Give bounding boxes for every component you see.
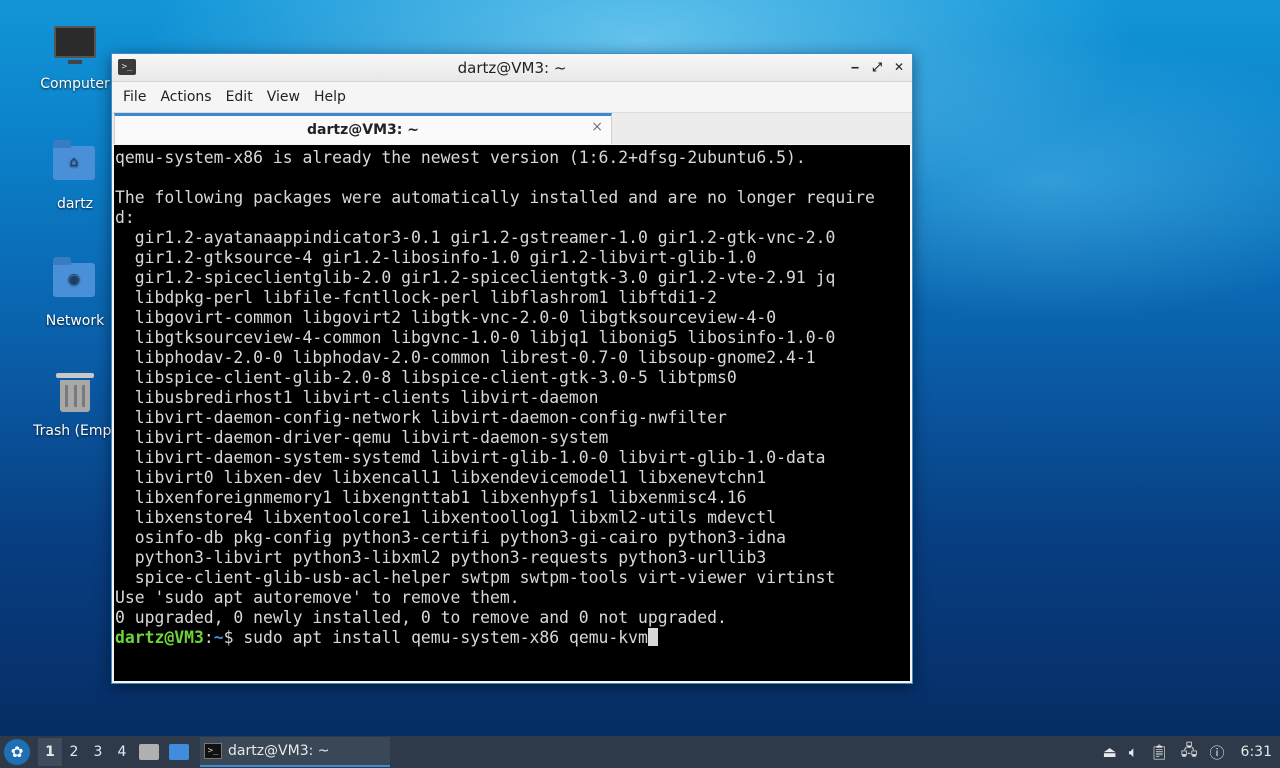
terminal-line: qemu-system-x86 is already the newest ve… — [115, 148, 806, 167]
text-cursor — [647, 628, 658, 646]
workspace-1[interactable]: 1 — [38, 738, 62, 766]
terminal-line: libusbredirhost1 libvirt-clients libvirt… — [115, 388, 599, 407]
taskbar-item-terminal[interactable]: >_ dartz@VM3: ~ — [200, 737, 390, 767]
network-folder-icon: ◉ — [53, 257, 97, 307]
desktop-icon-label: Network — [45, 313, 105, 329]
tab-close-icon[interactable]: × — [591, 119, 603, 135]
prompt-colon: : — [203, 628, 214, 647]
window-titlebar[interactable]: >_ dartz@VM3: ~ ‒ ⤢ ✕ — [112, 54, 912, 82]
tab-terminal[interactable]: dartz@VM3: ~ × — [114, 113, 612, 144]
terminal-line: libvirt-daemon-driver-qemu libvirt-daemo… — [115, 428, 609, 447]
desktop-icon-label: dartz — [56, 196, 94, 212]
terminal-line: spice-client-glib-usb-acl-helper swtpm s… — [115, 568, 836, 587]
desktop-icon-label: Trash (Empt — [33, 423, 117, 439]
eject-icon[interactable]: ⏏ — [1103, 743, 1117, 761]
terminal-window: >_ dartz@VM3: ~ ‒ ⤢ ✕ File Actions Edit … — [111, 53, 913, 684]
clipboard-icon[interactable]: 📋︎ — [1150, 743, 1169, 761]
terminal-line: libdpkg-perl libfile-fcntllock-perl libf… — [115, 288, 717, 307]
home-folder-icon: ⌂ — [53, 140, 97, 190]
terminal-line: libspice-client-glib-2.0-8 libspice-clie… — [115, 368, 737, 387]
terminal-line: osinfo-db pkg-config python3-certifi pyt… — [115, 528, 787, 547]
notification-icon[interactable]: ⓘ — [1210, 742, 1225, 763]
taskbar: ✿ 1 2 3 4 >_ dartz@VM3: ~ ⏏ 🔈︎ 📋︎ 🖧︎ ⓘ 6… — [0, 736, 1280, 768]
desktop-icon-network[interactable]: ◉ Network — [25, 257, 125, 329]
terminal-line: Use 'sudo apt autoremove' to remove them… — [115, 588, 520, 607]
terminal-app-icon[interactable]: >_ — [118, 59, 136, 75]
menu-actions[interactable]: Actions — [153, 82, 218, 112]
terminal-line: libvirt-daemon-system-systemd libvirt-gl… — [115, 448, 826, 467]
terminal-line: libvirt0 libxen-dev libxencall1 libxende… — [115, 468, 767, 487]
minimize-button[interactable]: ‒ — [846, 58, 864, 76]
clock[interactable]: 6:31 — [1241, 744, 1272, 760]
taskbar-item-label: dartz@VM3: ~ — [228, 743, 330, 759]
desktop-icon-computer[interactable]: Computer — [25, 22, 125, 92]
menu-view[interactable]: View — [260, 82, 307, 112]
maximize-button[interactable]: ⤢ — [868, 58, 886, 76]
terminal-line: gir1.2-ayatanaappindicator3-0.1 gir1.2-g… — [115, 228, 836, 247]
workspace-3[interactable]: 3 — [86, 738, 110, 766]
terminal-output[interactable]: qemu-system-x86 is already the newest ve… — [114, 145, 910, 681]
volume-icon[interactable]: 🔈︎ — [1129, 743, 1138, 761]
terminal-line: gir1.2-spiceclientglib-2.0 gir1.2-spicec… — [115, 268, 836, 287]
prompt-user-host: dartz@VM3 — [115, 628, 204, 647]
prompt-line: dartz@VM3:~$ sudo apt install qemu-syste… — [115, 628, 910, 648]
terminal-line: libvirt-daemon-config-network libvirt-da… — [115, 408, 727, 427]
prompt-path: ~ — [213, 628, 224, 647]
close-button[interactable]: ✕ — [890, 58, 908, 76]
trash-icon — [53, 373, 97, 417]
terminal-line: The following packages were automaticall… — [115, 188, 875, 207]
menu-edit[interactable]: Edit — [219, 82, 260, 112]
start-menu-icon[interactable]: ✿ — [4, 739, 30, 765]
tab-label: dartz@VM3: ~ — [307, 122, 419, 138]
workspace-4[interactable]: 4 — [110, 738, 134, 766]
window-title: dartz@VM3: ~ — [457, 58, 567, 77]
desktop-icon-label: Computer — [40, 76, 110, 92]
terminal-line: libphodav-2.0-0 libphodav-2.0-common lib… — [115, 348, 816, 367]
terminal-line: libxenstore4 libxentoolcore1 libxentooll… — [115, 508, 777, 527]
workspace-2[interactable]: 2 — [62, 738, 86, 766]
file-manager-icon[interactable] — [137, 740, 161, 764]
menu-file[interactable]: File — [116, 82, 153, 112]
network-icon[interactable]: 🖧︎ — [1181, 740, 1198, 765]
terminal-line: gir1.2-gtksource-4 gir1.2-libosinfo-1.0 … — [115, 248, 757, 267]
terminal-icon: >_ — [204, 743, 222, 759]
desktop-icon-trash[interactable]: Trash (Empt — [25, 373, 125, 439]
terminal-line: python3-libvirt python3-libxml2 python3-… — [115, 548, 767, 567]
menubar: File Actions Edit View Help — [112, 82, 912, 112]
terminal-line: libgtksourceview-4-common libgvnc-1.0-0 … — [115, 328, 836, 347]
command-input[interactable]: sudo apt install qemu-system-x86 qemu-kv… — [243, 628, 648, 647]
desktop-icon-home[interactable]: ⌂ dartz — [25, 140, 125, 212]
prompt-symbol: $ — [223, 628, 244, 647]
terminal-line: d: — [115, 208, 135, 227]
terminal-line: 0 upgraded, 0 newly installed, 0 to remo… — [115, 608, 727, 627]
terminal-line: libxenforeignmemory1 libxengnttab1 libxe… — [115, 488, 747, 507]
system-tray: ⏏ 🔈︎ 📋︎ 🖧︎ ⓘ 6:31 — [1103, 740, 1280, 765]
terminal-line: libgovirt-common libgovirt2 libgtk-vnc-2… — [115, 308, 777, 327]
tab-bar: dartz@VM3: ~ × — [112, 112, 912, 144]
show-desktop-icon[interactable] — [167, 740, 191, 764]
computer-icon — [53, 26, 97, 70]
menu-help[interactable]: Help — [307, 82, 353, 112]
